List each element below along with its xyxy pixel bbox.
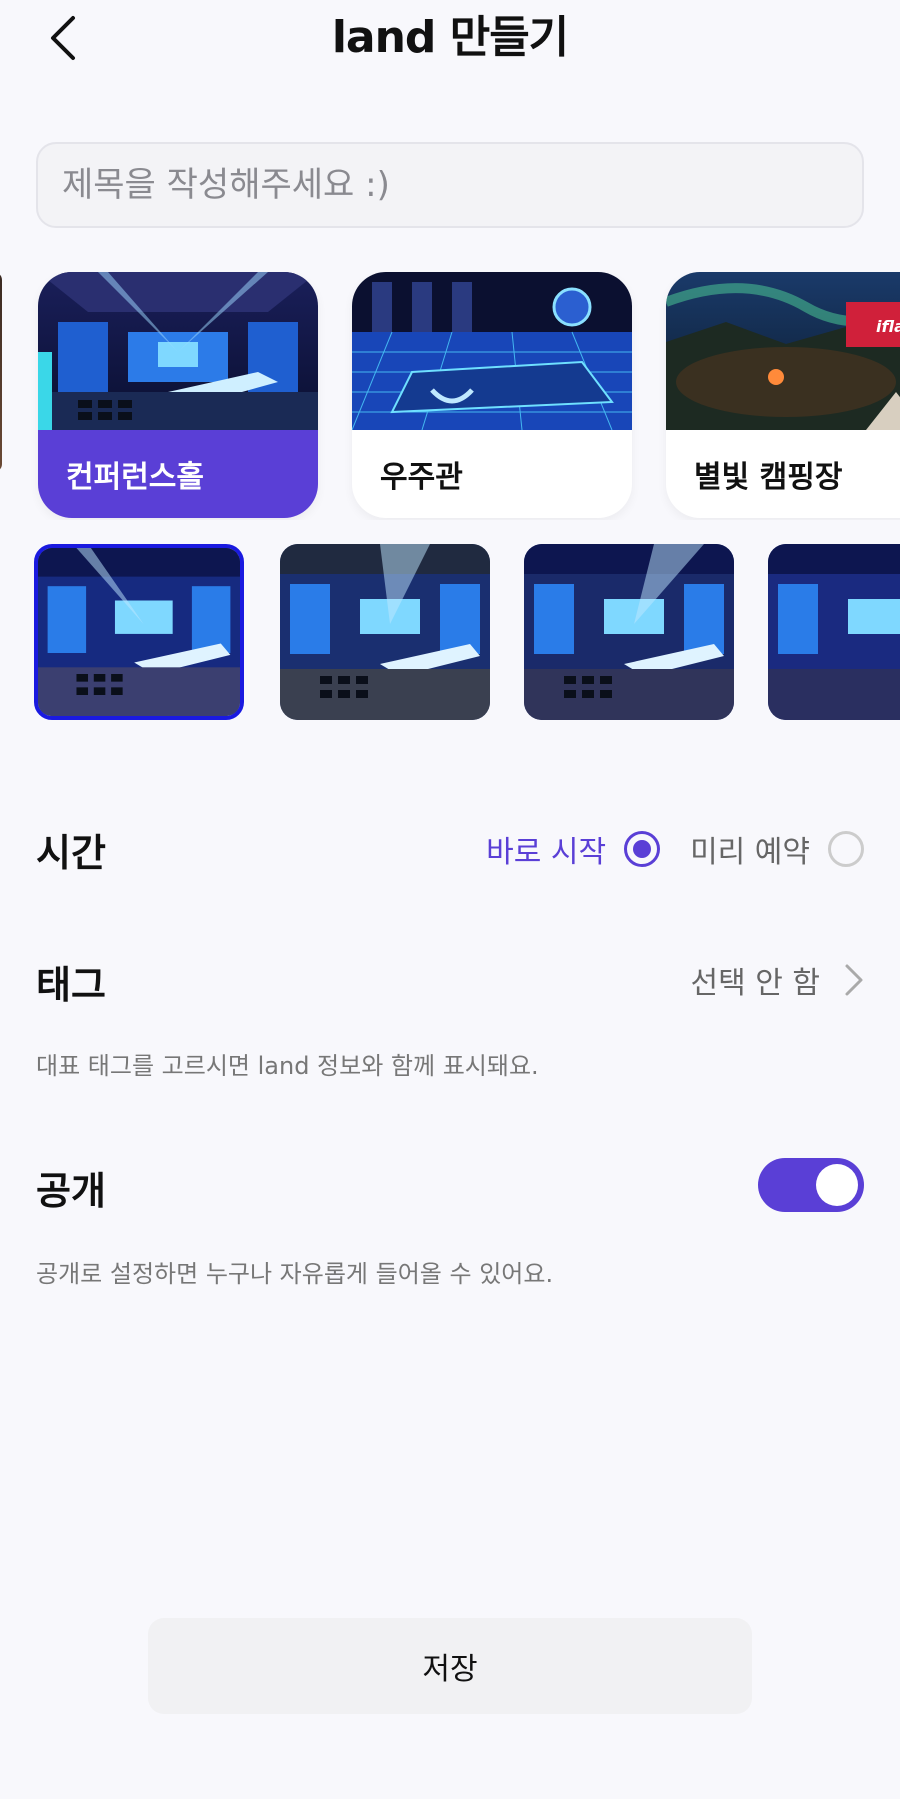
radio-unchecked-icon — [828, 831, 864, 867]
tag-select[interactable]: 선택 안 함 — [691, 954, 864, 1006]
view-thumbnail-row[interactable] — [0, 544, 900, 722]
tag-help-text: 대표 태그를 고르시면 land 정보와 함께 표시돼요. — [36, 1052, 539, 1080]
tag-label: 태그 — [36, 963, 106, 1007]
view-thumbnail-2[interactable] — [280, 544, 490, 720]
time-options: 바로 시작 미리 예약 — [486, 826, 864, 872]
header: land 만들기 — [0, 0, 900, 80]
land-card-starlight-camping[interactable]: ifland 별빛 캠핑장 — [666, 272, 900, 518]
radio-start-now[interactable]: 바로 시작 — [486, 827, 661, 871]
view-thumbnail-3[interactable] — [524, 544, 734, 720]
public-toggle[interactable] — [758, 1158, 864, 1212]
radio-checked-icon — [624, 831, 661, 867]
land-card-partial[interactable] — [0, 272, 2, 472]
land-card-label: 우주관 — [380, 460, 463, 495]
land-carousel[interactable]: 컨퍼런스홀 우주관 ifl 별빛 캠핑장 — [0, 272, 900, 520]
radio-reserve[interactable]: 미리 예약 — [690, 827, 864, 871]
page-title: land 만들기 — [331, 12, 569, 63]
title-input[interactable] — [36, 142, 864, 228]
space-hall-thumbnail — [352, 272, 632, 430]
starlight-camping-thumbnail: ifland — [666, 272, 900, 430]
public-label: 공개 — [36, 1169, 106, 1213]
time-label: 시간 — [36, 831, 106, 875]
radio-start-now-label: 바로 시작 — [486, 835, 607, 870]
land-card-space-hall[interactable]: 우주관 — [352, 272, 632, 518]
view-thumbnail-1[interactable] — [34, 544, 244, 720]
tag-value: 선택 안 함 — [690, 966, 820, 1001]
ifland-logo: ifland — [876, 317, 900, 336]
land-card-label: 별빛 캠핑장 — [694, 460, 843, 495]
radio-reserve-label: 미리 예약 — [690, 835, 810, 870]
land-card-label: 컨퍼런스홀 — [38, 430, 318, 518]
land-card-conference-hall[interactable]: 컨퍼런스홀 — [38, 272, 318, 518]
view-thumbnail-4[interactable] — [768, 544, 900, 720]
chevron-right-icon — [845, 964, 863, 996]
toggle-knob — [816, 1164, 858, 1206]
conference-hall-thumbnail — [38, 272, 318, 430]
public-help-text: 공개로 설정하면 누구나 자유롭게 들어올 수 있어요. — [36, 1260, 554, 1288]
save-button[interactable]: 저장 — [148, 1618, 752, 1714]
